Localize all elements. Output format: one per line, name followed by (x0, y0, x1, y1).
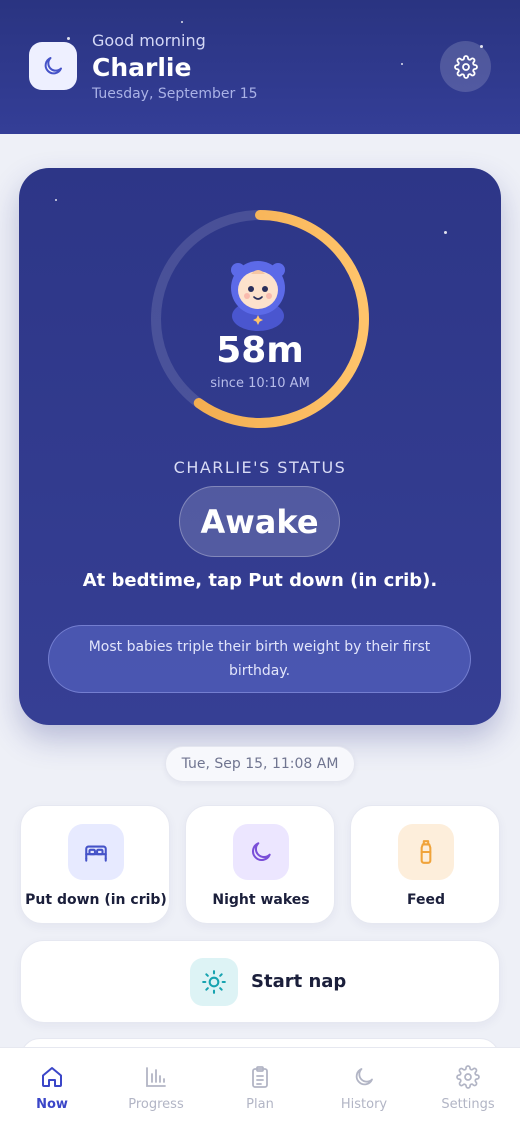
chart-icon (146, 1067, 166, 1087)
start-nap-icon-wrap (190, 958, 238, 1006)
since-time: since 10:10 AM (210, 376, 310, 391)
status-heading: CHARLIE'S STATUS (173, 458, 347, 477)
night-wakes-icon-wrap (233, 824, 289, 880)
baby-name: Charlie (92, 53, 192, 82)
gear-icon (453, 54, 478, 79)
star-decoration (401, 63, 403, 65)
tab-now[interactable]: Now (0, 1048, 104, 1127)
moon-icon (44, 57, 62, 75)
baby-fact-banner: Most babies triple their birth weight by… (48, 625, 471, 693)
tab-history-label: History (340, 1097, 388, 1112)
app-logo (29, 42, 77, 90)
gear-icon (456, 1065, 480, 1089)
feed-icon-wrap (398, 824, 454, 880)
moon-icon (355, 1068, 373, 1086)
header: Good morning Charlie Tuesday, September … (0, 0, 520, 134)
bed-icon (85, 845, 107, 862)
night-wakes-button[interactable]: Night wakes (185, 805, 335, 924)
tab-history[interactable]: History (312, 1048, 416, 1127)
settings-button[interactable] (440, 41, 491, 92)
tab-now-label: Now (36, 1097, 68, 1112)
star-decoration (181, 21, 183, 23)
bottle-icon (420, 840, 432, 864)
tab-progress-label: Progress (128, 1097, 184, 1112)
star-decoration (67, 37, 70, 40)
put-down-button[interactable]: Put down (in crib) (20, 805, 170, 924)
star-decoration (444, 231, 447, 234)
feed-button[interactable]: Feed (350, 805, 500, 924)
start-nap-button[interactable]: Start nap (20, 940, 500, 1023)
night-wakes-label: Night wakes (212, 892, 310, 908)
home-icon (42, 1067, 62, 1087)
clipboard-icon (252, 1066, 268, 1088)
sun-icon (202, 970, 226, 994)
baby-avatar-icon (231, 261, 285, 331)
bottom-nav: Now Progress Plan History Settings (0, 1047, 520, 1127)
tab-settings[interactable]: Settings (416, 1048, 520, 1127)
tab-settings-label: Settings (441, 1097, 495, 1112)
put-down-label: Put down (in crib) (25, 892, 167, 908)
elapsed-time: 58m (216, 330, 304, 371)
star-decoration (55, 199, 57, 201)
greeting-text: Good morning (92, 31, 206, 50)
status-card: 58m since 10:10 AM CHARLIE'S STATUS Awak… (19, 168, 501, 725)
moon-icon (252, 842, 271, 861)
tab-plan[interactable]: Plan (208, 1048, 312, 1127)
start-nap-label: Start nap (251, 971, 347, 992)
status-instruction: At bedtime, tap Put down (in crib). (82, 570, 438, 591)
status-badge: Awake (179, 486, 340, 557)
tab-progress[interactable]: Progress (104, 1048, 208, 1127)
put-down-icon-wrap (68, 824, 124, 880)
tab-plan-label: Plan (246, 1097, 274, 1112)
current-date: Tuesday, September 15 (92, 86, 258, 102)
current-timestamp: Tue, Sep 15, 11:08 AM (165, 746, 355, 782)
feed-label: Feed (406, 892, 445, 908)
